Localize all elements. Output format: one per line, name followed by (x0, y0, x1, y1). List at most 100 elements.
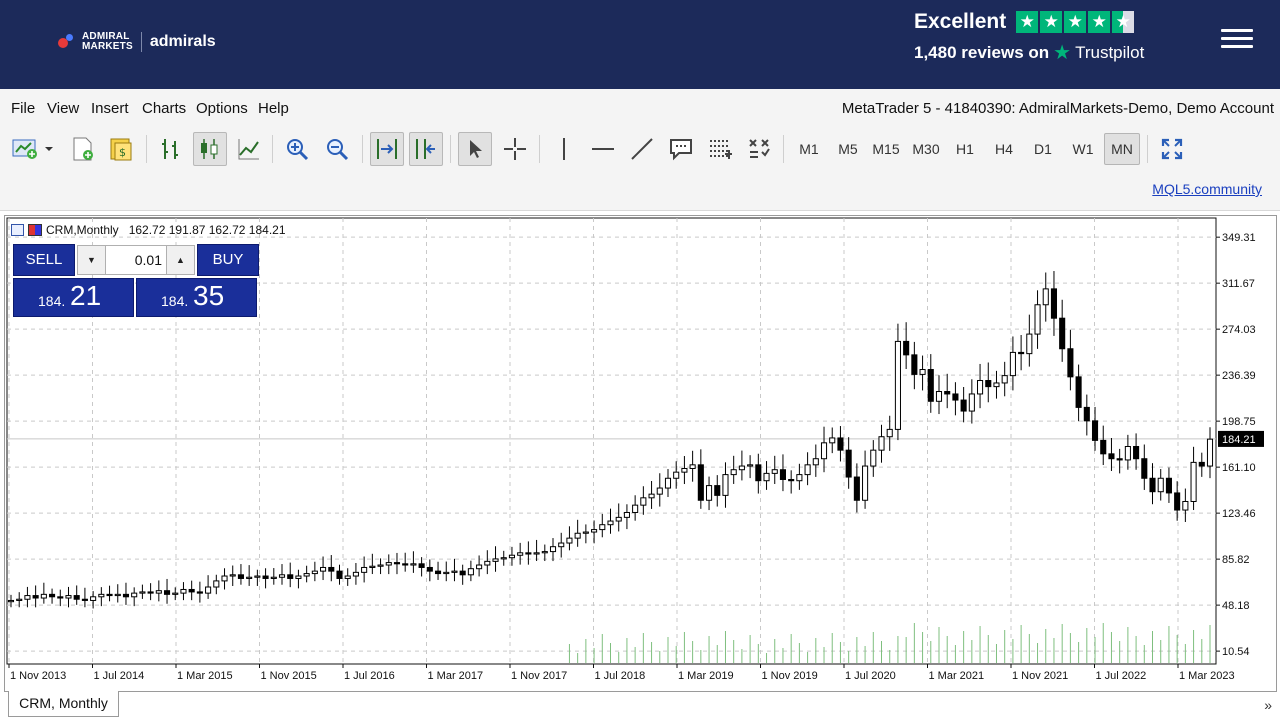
candlestick-chart-icon[interactable] (193, 132, 227, 166)
sell-price[interactable]: 184. 21 (13, 278, 134, 317)
menu-view[interactable]: View (47, 100, 79, 117)
candle-body (229, 574, 236, 577)
timeframe-m30[interactable]: M30 (908, 133, 944, 165)
menu-help[interactable]: Help (258, 100, 289, 117)
text-label-icon[interactable] (664, 132, 698, 166)
lot-decrease-icon[interactable]: ▼ (78, 246, 106, 274)
candle-body (16, 598, 23, 601)
candle-body (237, 574, 244, 579)
candle-body (49, 593, 56, 598)
candle-body (500, 557, 507, 560)
star-icon: ★ (1016, 11, 1039, 33)
candle-body (1009, 351, 1016, 377)
x-tick-label: 1 Jul 2020 (845, 670, 896, 682)
y-tick-label: 48.18 (1222, 600, 1250, 612)
candle-body (434, 570, 442, 575)
candle-body (90, 596, 97, 601)
logo-name: admirals (149, 33, 216, 50)
trustpilot-brand: Trustpilot (1075, 42, 1145, 62)
symbol-flag-icon (28, 224, 42, 236)
menu-file[interactable]: File (11, 100, 35, 117)
menu-charts[interactable]: Charts (142, 100, 186, 117)
logo-divider (140, 32, 142, 52)
timeframe-d1[interactable]: D1 (1025, 133, 1061, 165)
chart-shift-icon[interactable] (409, 132, 443, 166)
timeframe-mn[interactable]: MN (1104, 133, 1140, 165)
autoscroll-icon[interactable] (370, 132, 404, 166)
timeframe-w1[interactable]: W1 (1065, 133, 1101, 165)
candle-body (484, 560, 491, 566)
hamburger-menu-icon[interactable] (1221, 29, 1253, 49)
chart-tab[interactable]: CRM, Monthly (8, 691, 119, 717)
lot-increase-icon[interactable]: ▲ (166, 246, 194, 274)
timeframe-h4[interactable]: H4 (986, 133, 1022, 165)
candle-body (139, 591, 146, 594)
candle-body (656, 487, 663, 495)
zoom-out-icon[interactable] (320, 132, 354, 166)
x-tick-label: 1 Jul 2016 (344, 670, 395, 682)
menu-options[interactable]: Options (196, 100, 248, 117)
candle-body (960, 399, 967, 412)
chart-symbol-period: CRM,Monthly (46, 223, 119, 237)
candle-body (508, 554, 515, 559)
timeframe-m15[interactable]: M15 (868, 133, 904, 165)
candle-body (722, 474, 729, 496)
timeframe-h1[interactable]: H1 (947, 133, 983, 165)
candle-body (1050, 288, 1058, 319)
candle-body (1182, 500, 1189, 511)
star-icon: ★ (1064, 11, 1087, 33)
candle-body (418, 563, 425, 568)
timeframe-m5[interactable]: M5 (830, 133, 866, 165)
tab-scroll-icon[interactable]: » (1264, 697, 1272, 713)
candle-body (706, 485, 713, 501)
trustpilot-widget[interactable]: Excellent ★ ★ ★ ★ ★ 1,480 reviews on ★ T… (914, 10, 1154, 65)
candle-body (944, 391, 951, 395)
bar-chart-icon[interactable] (154, 132, 188, 166)
x-tick-label: 1 Nov 2021 (1012, 670, 1068, 682)
mql5-community-link[interactable]: MQL5.community (1152, 181, 1262, 197)
candle-body (870, 449, 877, 467)
cursor-icon[interactable] (458, 132, 492, 166)
vertical-line-icon[interactable] (547, 132, 581, 166)
lot-size-value[interactable]: 0.01 (106, 246, 166, 274)
candle-body (591, 529, 598, 533)
reviews-count: 1,480 reviews on (914, 42, 1050, 62)
candle-body (385, 562, 392, 566)
candle-body (763, 472, 770, 482)
timeframe-m1[interactable]: M1 (791, 133, 827, 165)
candle-body (402, 563, 409, 566)
x-tick-label: 1 Mar 2021 (929, 670, 985, 682)
chart-ohlc: 162.72 191.87 162.72 184.21 (128, 223, 286, 237)
zoom-in-icon[interactable] (280, 132, 314, 166)
trendline-icon[interactable] (625, 132, 659, 166)
chart-window[interactable]: 349.31 311.67 274.03 236.39 198.75 161.10 123.… (4, 215, 1277, 692)
candle-body (903, 340, 910, 356)
candle-body (977, 380, 984, 395)
x-tick-label: 1 Nov 2015 (261, 670, 317, 682)
new-chart-icon[interactable] (10, 132, 56, 166)
candle-body (303, 573, 310, 577)
fibonacci-icon[interactable] (703, 132, 737, 166)
menu-insert[interactable]: Insert (91, 100, 129, 117)
candle-body (985, 380, 992, 388)
logo-wordmark: ADMIRAL MARKETS (82, 31, 133, 52)
buy-button[interactable]: BUY (197, 244, 259, 276)
objects-list-icon[interactable] (742, 132, 776, 166)
candle-body (681, 467, 688, 473)
buy-price[interactable]: 184. 35 (136, 278, 257, 317)
sell-button[interactable]: SELL (13, 244, 75, 276)
new-order-icon[interactable] (66, 132, 100, 166)
x-tick-label: 1 Jul 2018 (595, 670, 646, 682)
candle-body (1108, 453, 1115, 460)
horizontal-line-icon[interactable] (586, 132, 620, 166)
candle-body (361, 566, 368, 573)
market-watch-icon[interactable]: $ (104, 132, 138, 166)
candle-body (221, 575, 228, 582)
lot-size-stepper[interactable]: ▼ 0.01 ▲ (77, 245, 195, 275)
admirals-logo[interactable]: ADMIRAL MARKETS admirals (58, 32, 216, 52)
crosshair-icon[interactable] (498, 132, 532, 166)
line-chart-icon[interactable] (232, 132, 266, 166)
candle-body (24, 595, 31, 600)
site-header: ADMIRAL MARKETS admirals Excellent ★ ★ ★… (0, 0, 1280, 89)
fullscreen-icon[interactable] (1155, 132, 1189, 166)
